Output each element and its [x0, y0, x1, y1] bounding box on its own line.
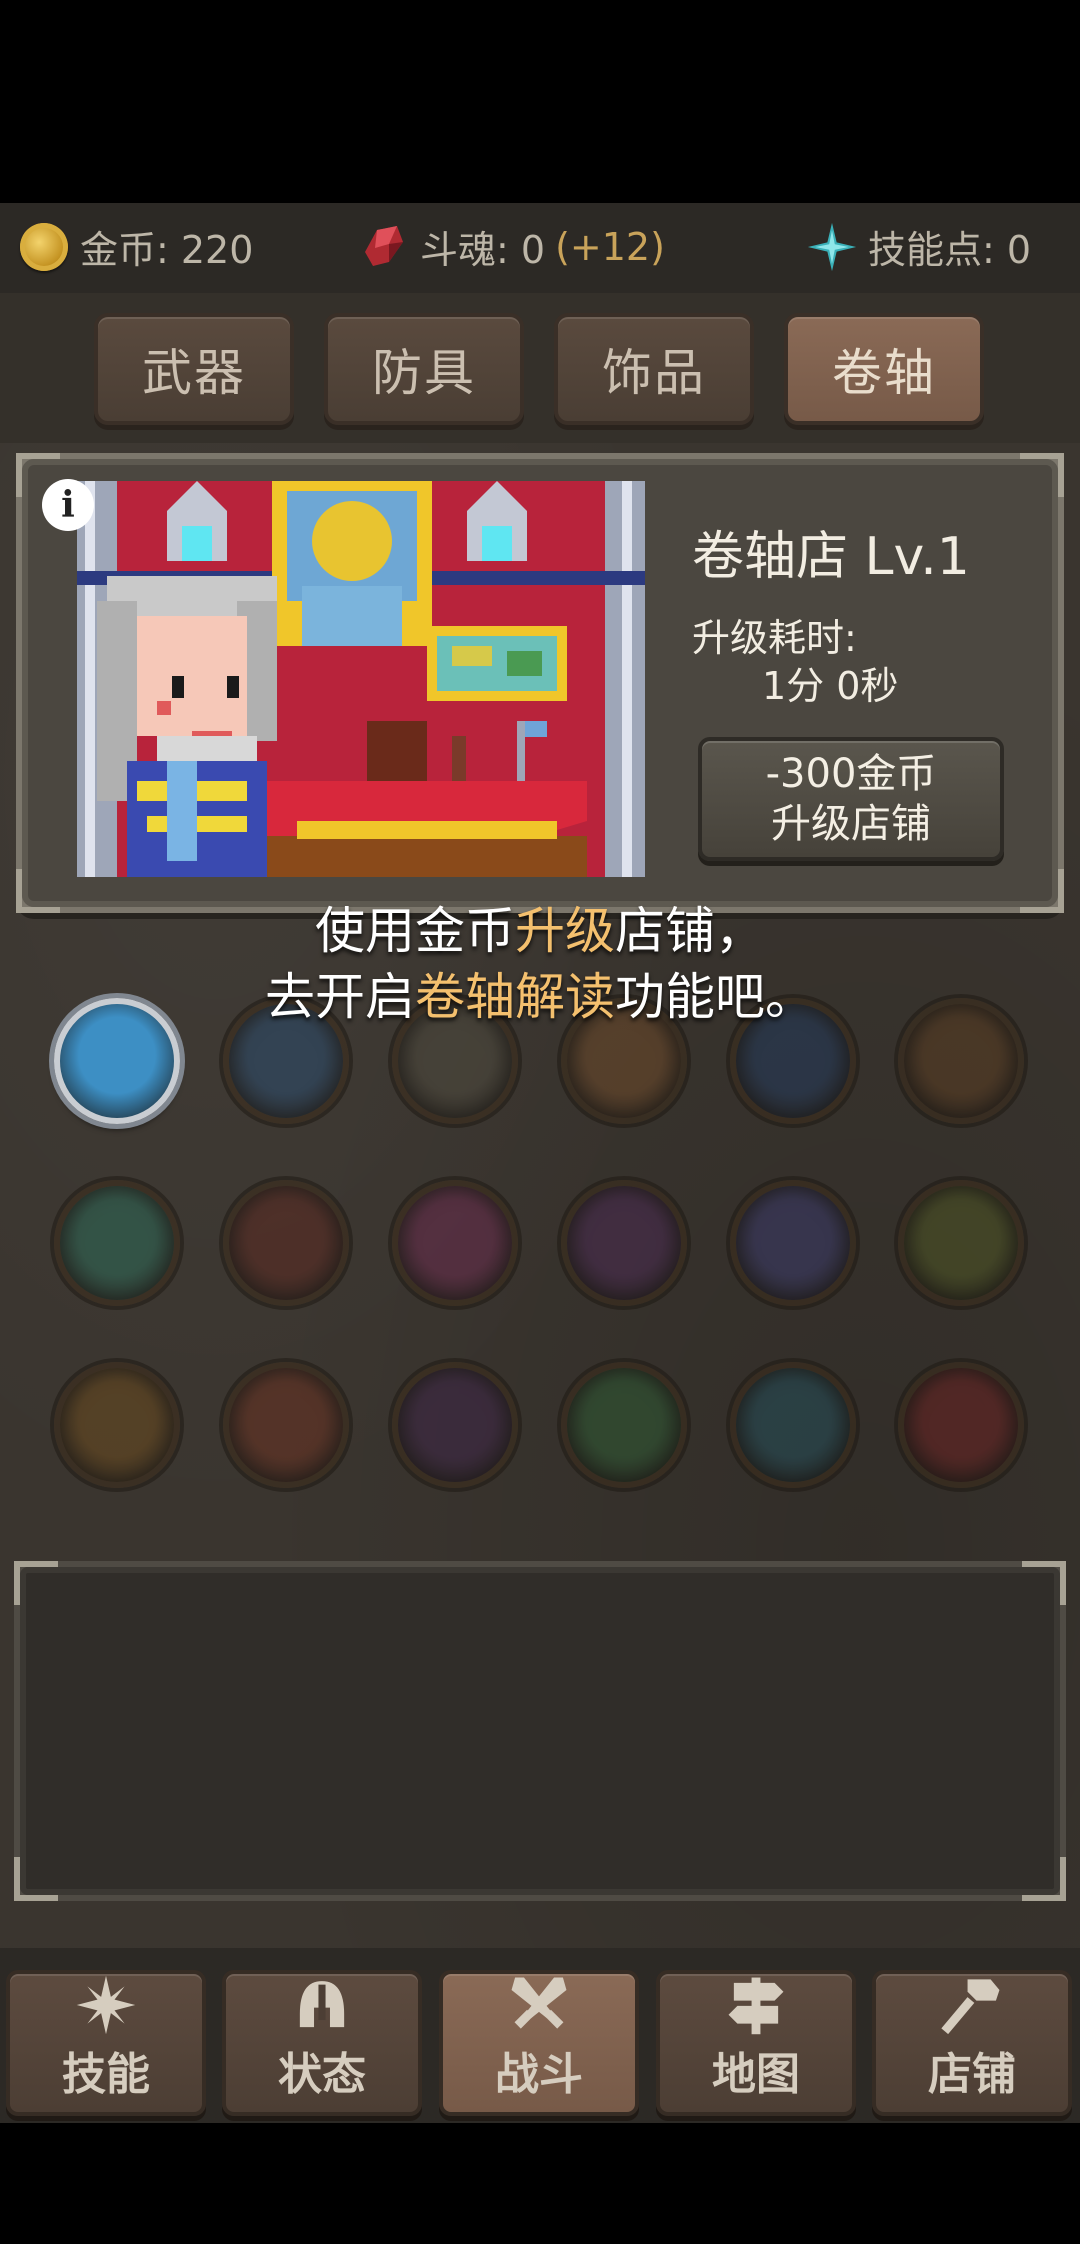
gold-counter: 金币: 220	[18, 219, 253, 274]
nav-battle-label: 战斗	[495, 2049, 583, 2100]
tab-armor[interactable]: 防具	[324, 313, 524, 425]
demon-mask-icon[interactable]	[561, 1180, 687, 1306]
red-crystal-icon	[358, 221, 410, 273]
whirlpool-icon[interactable]	[54, 1180, 180, 1306]
resource-bar: 金币: 220 斗魂: 0 (+12) 技能点: 0	[0, 203, 1080, 296]
skill-points-counter: 技能点: 0	[806, 219, 1031, 274]
upgrade-cost: -300金币	[765, 751, 937, 797]
heal-heart-icon[interactable]	[561, 1362, 687, 1488]
signpost-icon	[728, 1977, 784, 2035]
poison-sprout-icon[interactable]	[898, 1180, 1024, 1306]
blue-star-icon	[806, 221, 858, 273]
upgrade-label: 升级店铺	[771, 801, 931, 847]
shop-title: 卷轴店 Lv.1	[692, 527, 970, 587]
gold-coin-icon	[18, 221, 70, 273]
sparkle-icon	[76, 1975, 136, 2035]
soul-value: 斗魂: 0	[420, 228, 546, 272]
shop-tab-bar: 武器 防具 饰品 卷轴	[0, 293, 1080, 443]
hammer-icon	[941, 1979, 1000, 2035]
bottom-nav: 技能 状态 战斗 地图 店铺	[0, 1948, 1080, 2123]
arcane-burst-icon[interactable]	[730, 1180, 856, 1306]
skill-points-value: 技能点: 0	[868, 228, 1032, 272]
soul-bonus: (+12)	[555, 224, 665, 269]
shopkeeper-illustration	[77, 481, 645, 877]
shop-panel: i 卷轴店 Lv.1 升级耗时: 1分 0秒 -300金币 升级店铺	[16, 453, 1064, 913]
nav-shop[interactable]: 店铺	[872, 1970, 1072, 2116]
vine-eye-icon[interactable]	[730, 1362, 856, 1488]
fire-swirl-icon[interactable]	[223, 1362, 349, 1488]
game-screen: 金币: 220 斗魂: 0 (+12) 技能点: 0 武器 防具 饰品 卷轴 i…	[0, 203, 1080, 2123]
upgrade-time-label: 升级耗时:	[692, 616, 857, 660]
description-panel	[14, 1561, 1066, 1901]
info-icon[interactable]: i	[42, 479, 94, 531]
nav-skills[interactable]: 技能	[6, 1970, 206, 2116]
crossed-swords-icon	[511, 1977, 567, 2029]
nav-map[interactable]: 地图	[656, 1970, 856, 2116]
flame-shield-icon[interactable]	[54, 1362, 180, 1488]
nav-battle[interactable]: 战斗	[439, 1970, 639, 2116]
nav-status[interactable]: 状态	[222, 1970, 422, 2116]
hint-line-1: 使用金币升级店铺，	[315, 902, 765, 960]
tab-scrolls[interactable]: 卷轴	[784, 313, 984, 425]
upgrade-shop-button[interactable]: -300金币 升级店铺	[698, 737, 1004, 861]
blood-crack-icon[interactable]	[223, 1180, 349, 1306]
nav-status-label: 状态	[278, 2049, 366, 2100]
nav-shop-label: 店铺	[928, 2049, 1016, 2100]
nav-skills-label: 技能	[62, 2049, 150, 2100]
hint-line-2: 去开启卷轴解读功能吧。	[265, 968, 815, 1026]
upgrade-time-value: 1分 0秒	[762, 664, 899, 708]
pink-flame-icon[interactable]	[392, 1180, 518, 1306]
gold-value: 金币: 220	[80, 228, 254, 272]
blood-rage-icon[interactable]	[898, 1362, 1024, 1488]
helmet-icon	[299, 1981, 345, 2028]
tab-accessories[interactable]: 饰品	[554, 313, 754, 425]
soul-counter: 斗魂: 0 (+12)	[358, 219, 665, 274]
shadow-web-icon[interactable]	[392, 1362, 518, 1488]
nav-map-label: 地图	[712, 2049, 800, 2100]
tab-weapons[interactable]: 武器	[94, 313, 294, 425]
